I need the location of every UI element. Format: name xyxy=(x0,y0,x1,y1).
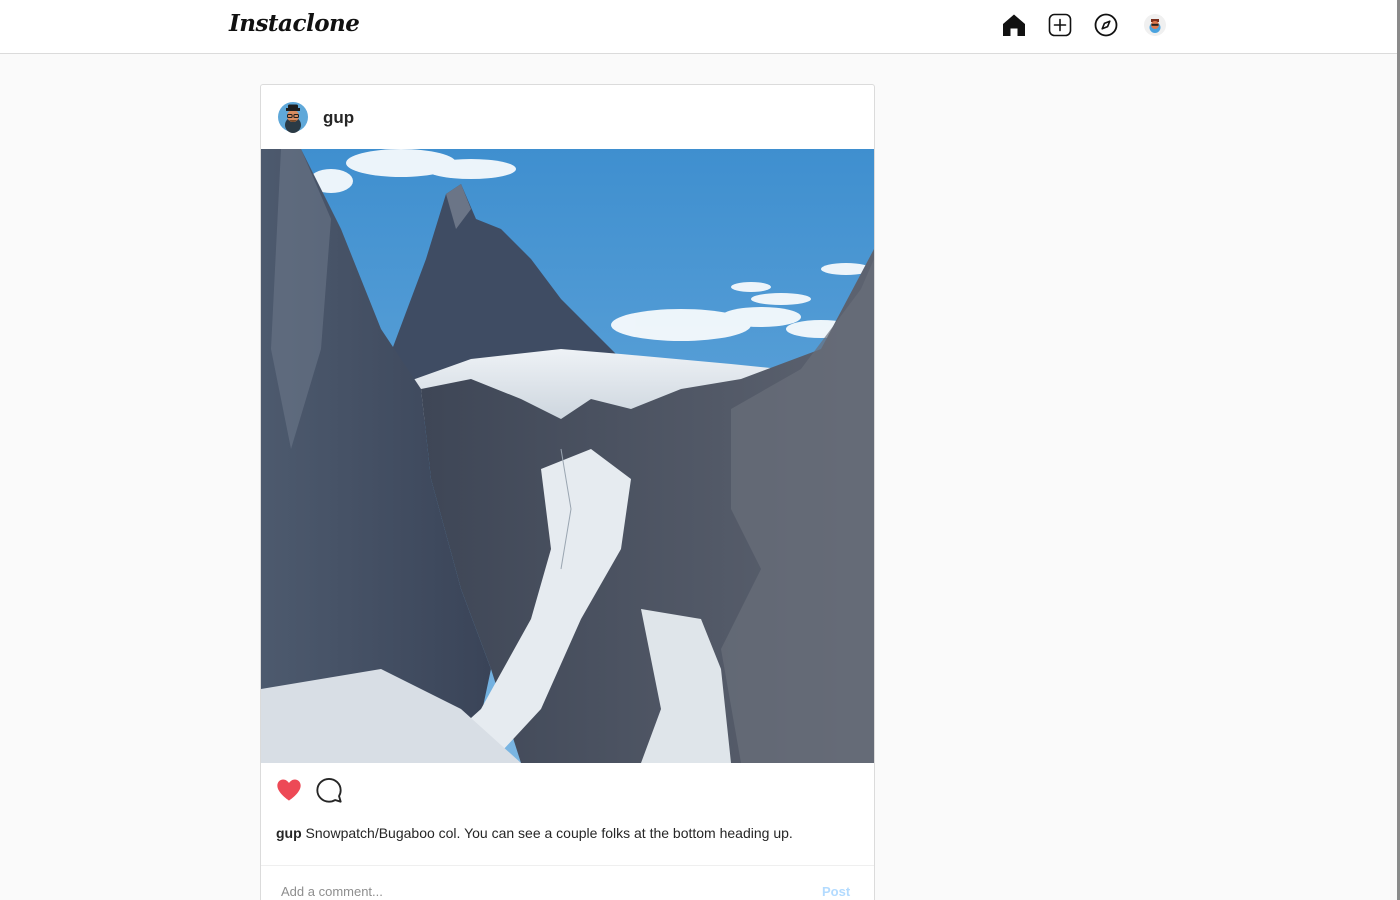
home-icon[interactable] xyxy=(1001,12,1027,38)
top-navbar: Instaclone xyxy=(0,0,1397,54)
app-logo[interactable]: Instaclone xyxy=(229,10,360,37)
caption-text: Snowpatch/Bugaboo col. You can see a cou… xyxy=(305,825,793,841)
new-post-icon[interactable] xyxy=(1047,12,1073,38)
post-author-username[interactable]: gup xyxy=(323,108,354,128)
caption-username[interactable]: gup xyxy=(276,825,302,841)
comment-bubble-icon[interactable] xyxy=(315,776,343,809)
post-photo[interactable] xyxy=(261,149,874,763)
post-author-avatar[interactable] xyxy=(277,101,309,133)
explore-icon[interactable] xyxy=(1093,12,1119,38)
post-header: gup xyxy=(261,85,874,149)
like-heart-icon[interactable] xyxy=(275,776,303,809)
feed-post: gup gup Snowpatch/Bugaboo col. You can s… xyxy=(260,84,875,900)
post-caption: gup Snowpatch/Bugaboo col. You can see a… xyxy=(276,825,856,841)
profile-avatar-icon[interactable] xyxy=(1142,12,1168,38)
post-comment-button[interactable]: Post xyxy=(822,884,850,899)
comment-form: Post xyxy=(261,865,874,900)
comment-input[interactable] xyxy=(281,880,781,900)
